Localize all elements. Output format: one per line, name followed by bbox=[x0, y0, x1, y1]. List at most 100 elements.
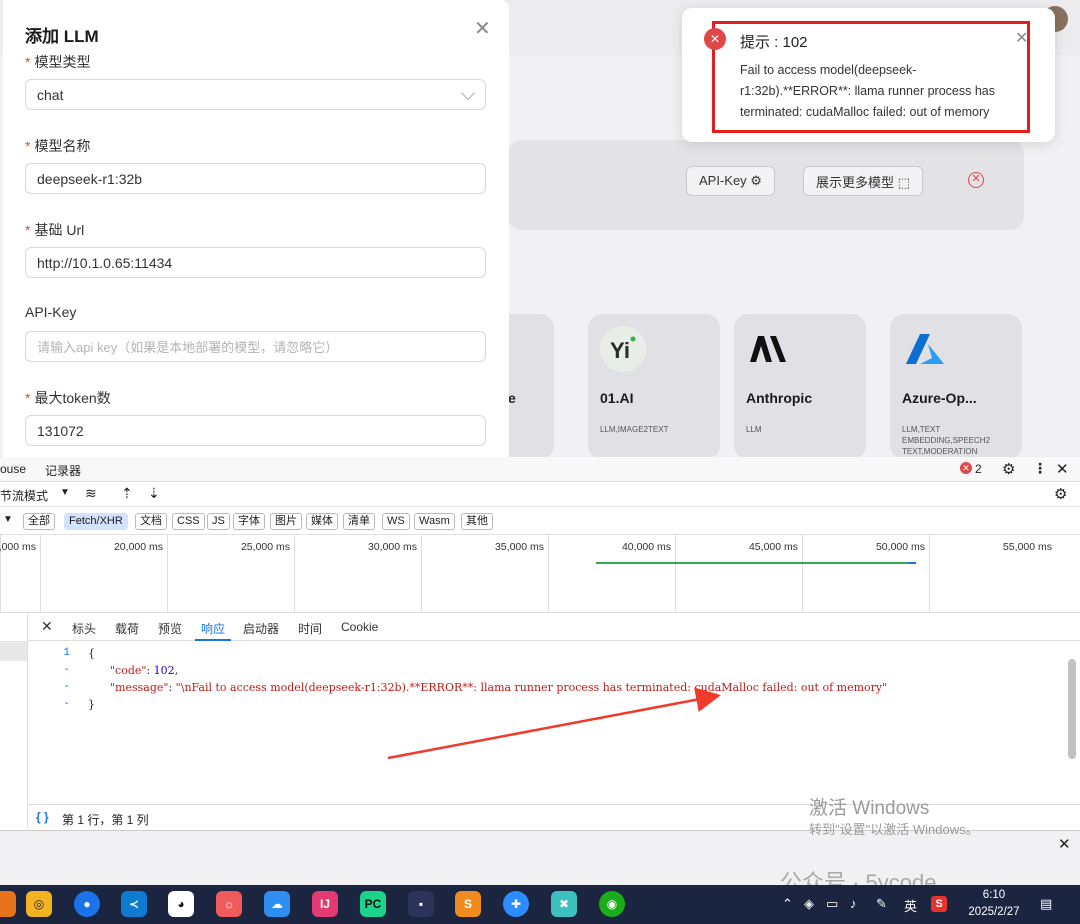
sogou-icon[interactable]: S bbox=[931, 896, 947, 912]
filter-img[interactable]: 图片 bbox=[270, 513, 302, 530]
tab-cookie[interactable]: Cookie bbox=[341, 620, 378, 634]
filter-bar: ▼ 全部 Fetch/XHR 文档 CSS JS 字体 图片 媒体 清单 WS … bbox=[0, 508, 1080, 535]
volume-icon[interactable]: ♪ bbox=[850, 896, 857, 911]
filter-all[interactable]: 全部 bbox=[23, 513, 55, 530]
close-icon[interactable]: ✕ bbox=[1058, 835, 1071, 853]
close-icon[interactable]: ✕ bbox=[1056, 460, 1069, 478]
sublime-icon[interactable]: S bbox=[455, 891, 481, 917]
code-line: { bbox=[88, 647, 95, 660]
timeline-tick: 55,000 ms bbox=[929, 535, 1056, 613]
network-timeline[interactable]: 15,000 ms 20,000 ms 25,000 ms 30,000 ms … bbox=[0, 535, 1080, 613]
timeline-tick: 50,000 ms bbox=[802, 535, 929, 613]
close-icon[interactable]: ✕ bbox=[41, 618, 53, 635]
line-number: - bbox=[63, 681, 70, 693]
panda-icon[interactable]: ◕ bbox=[168, 891, 194, 917]
app-icon[interactable]: ▪ bbox=[408, 891, 434, 917]
pretty-print-icon[interactable]: { } bbox=[36, 810, 49, 824]
filter-other[interactable]: 其他 bbox=[461, 513, 493, 530]
toast-title: 提示 : 102 bbox=[740, 34, 808, 51]
scrollbar[interactable] bbox=[1066, 647, 1078, 802]
app-icon[interactable]: ✖ bbox=[551, 891, 577, 917]
chevron-down-icon[interactable]: ▼ bbox=[60, 487, 70, 498]
timeline-tick: 45,000 ms bbox=[675, 535, 802, 613]
max-tokens-input[interactable]: 131072 bbox=[25, 415, 486, 446]
provider-card-anthropic[interactable]: Anthropic LLM bbox=[734, 314, 866, 457]
chevron-down-icon[interactable]: ▼ bbox=[3, 514, 13, 525]
upload-icon[interactable]: ⇡ bbox=[121, 485, 133, 502]
gear-icon[interactable]: ⚙ bbox=[1002, 460, 1015, 478]
system-clock[interactable]: 6:10 2025/2/27 bbox=[962, 887, 1026, 921]
filter-manifest[interactable]: 清单 bbox=[343, 513, 375, 530]
app-icon[interactable]: ◎ bbox=[26, 891, 52, 917]
max-tokens-label: * 最大token数 bbox=[25, 390, 111, 406]
filter-fetch-xhr[interactable]: Fetch/XHR bbox=[64, 513, 128, 530]
request-bar bbox=[596, 562, 910, 564]
filter-media[interactable]: 媒体 bbox=[306, 513, 338, 530]
more-icon[interactable]: ⋮ bbox=[1033, 460, 1047, 477]
provider-card-01ai[interactable]: Yi 01.AI LLM,IMAGE2TEXT bbox=[588, 314, 720, 457]
error-icon: ✕ bbox=[704, 28, 726, 50]
chevron-down-icon bbox=[460, 85, 476, 101]
intellij-icon[interactable]: IJ bbox=[312, 891, 338, 917]
close-icon[interactable]: ✕ bbox=[1015, 28, 1028, 48]
ime-indicator[interactable]: 英 bbox=[904, 896, 917, 915]
request-bar-download bbox=[908, 562, 916, 564]
filter-doc[interactable]: 文档 bbox=[135, 513, 167, 530]
provider-tags: LLM,TEXT EMBEDDING,SPEECH2 TEXT,MODERATI… bbox=[902, 425, 991, 456]
chevron-up-icon[interactable]: ⌃ bbox=[782, 896, 793, 912]
base-url-label: * 基础 Url bbox=[25, 222, 85, 238]
selected-request-row[interactable] bbox=[0, 641, 27, 661]
filter-js[interactable]: JS bbox=[207, 513, 230, 530]
tab-lighthouse[interactable]: ouse bbox=[0, 462, 26, 476]
timeline-tick: 25,000 ms bbox=[167, 535, 294, 613]
vscode-icon[interactable]: ≺ bbox=[121, 891, 147, 917]
response-body[interactable]: 1 { - "code": 102, - "message": "\nFail … bbox=[28, 641, 1066, 803]
tab-response[interactable]: 响应 bbox=[201, 620, 225, 637]
maps-icon[interactable]: ● bbox=[74, 891, 100, 917]
api-key-input[interactable]: 请输入api key（如果是本地部署的模型，请忽略它） bbox=[25, 331, 486, 362]
filter-css[interactable]: CSS bbox=[172, 513, 205, 530]
close-icon[interactable]: ✕ bbox=[474, 16, 491, 41]
tab-payload[interactable]: 载荷 bbox=[115, 620, 139, 637]
scrollbar-thumb[interactable] bbox=[1068, 659, 1076, 759]
request-list-gutter bbox=[0, 613, 28, 829]
base-url-value: http://10.1.0.65:11434 bbox=[37, 254, 173, 271]
error-badge-icon[interactable]: ✕ bbox=[960, 462, 972, 474]
pycharm-icon[interactable]: PC bbox=[360, 891, 386, 917]
code-line: "message": "\nFail to access model(deeps… bbox=[110, 681, 888, 694]
start-icon[interactable] bbox=[0, 891, 16, 917]
pen-icon[interactable]: ✎ bbox=[876, 896, 887, 912]
app-icon[interactable]: ☼ bbox=[216, 891, 242, 917]
filter-ws[interactable]: WS bbox=[382, 513, 410, 530]
filter-wasm[interactable]: Wasm bbox=[414, 513, 455, 530]
azure-logo-icon bbox=[902, 326, 948, 372]
model-type-select[interactable]: chat bbox=[25, 79, 486, 110]
error-count: 2 bbox=[975, 462, 982, 476]
download-icon[interactable]: ⇣ bbox=[148, 485, 160, 502]
notification-icon[interactable]: ▤ bbox=[1040, 896, 1052, 912]
tray-app-icon[interactable]: ◈ bbox=[804, 896, 814, 912]
show-more-models-button[interactable]: 展示更多模型 ⬚ bbox=[803, 166, 923, 196]
tab-preview[interactable]: 预览 bbox=[158, 620, 182, 637]
api-key-button[interactable]: API-Key ⚙ bbox=[686, 166, 775, 196]
timeline-tick: 40,000 ms bbox=[548, 535, 675, 613]
app-icon[interactable]: ✚ bbox=[503, 891, 529, 917]
network-icon[interactable]: ▭ bbox=[826, 896, 838, 912]
network-conditions-icon[interactable]: ≋ bbox=[85, 485, 97, 502]
base-url-input[interactable]: http://10.1.0.65:11434 bbox=[25, 247, 486, 278]
filter-font[interactable]: 字体 bbox=[233, 513, 265, 530]
svg-text:Yi: Yi bbox=[610, 338, 630, 363]
model-name-input[interactable]: deepseek-r1:32b bbox=[25, 163, 486, 194]
modal-title: 添加 LLM bbox=[25, 27, 99, 46]
cloud-icon[interactable]: ☁ bbox=[264, 891, 290, 917]
throttle-select[interactable]: 节流模式 bbox=[0, 487, 48, 504]
tab-recorder[interactable]: 记录器 bbox=[45, 462, 81, 479]
wechat-icon[interactable]: ◉ bbox=[599, 891, 625, 917]
provider-card-azure[interactable]: Azure-Op... LLM,TEXT EMBEDDING,SPEECH2 T… bbox=[890, 314, 1022, 457]
gear-icon[interactable]: ⚙ bbox=[1054, 485, 1067, 503]
tab-timing[interactable]: 时间 bbox=[298, 620, 322, 637]
line-number: 1 bbox=[63, 647, 70, 659]
remove-icon[interactable]: ✕ bbox=[968, 172, 984, 188]
tab-initiator[interactable]: 启动器 bbox=[243, 620, 279, 637]
tab-headers[interactable]: 标头 bbox=[72, 620, 96, 637]
